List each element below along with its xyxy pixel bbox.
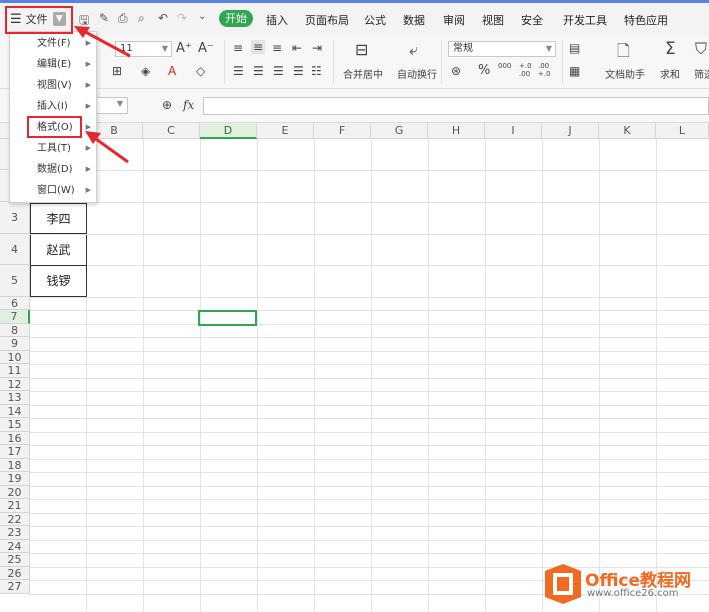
annotation-arrows [74,26,131,164]
arrow-to-file [74,26,131,58]
spreadsheet-window: ☰ 文件 ▼ 🖫 ✎ ⎙ ⌕ ↶ ↷ ⌄ 开始 插入 页面布局 公式 数据 审阅… [0,0,709,612]
watermark-url: www.office26.com [587,588,679,599]
watermark: Office教程网 www.office26.com [541,560,706,608]
arrow-to-format [85,131,129,164]
office-logo-icon [545,564,581,604]
